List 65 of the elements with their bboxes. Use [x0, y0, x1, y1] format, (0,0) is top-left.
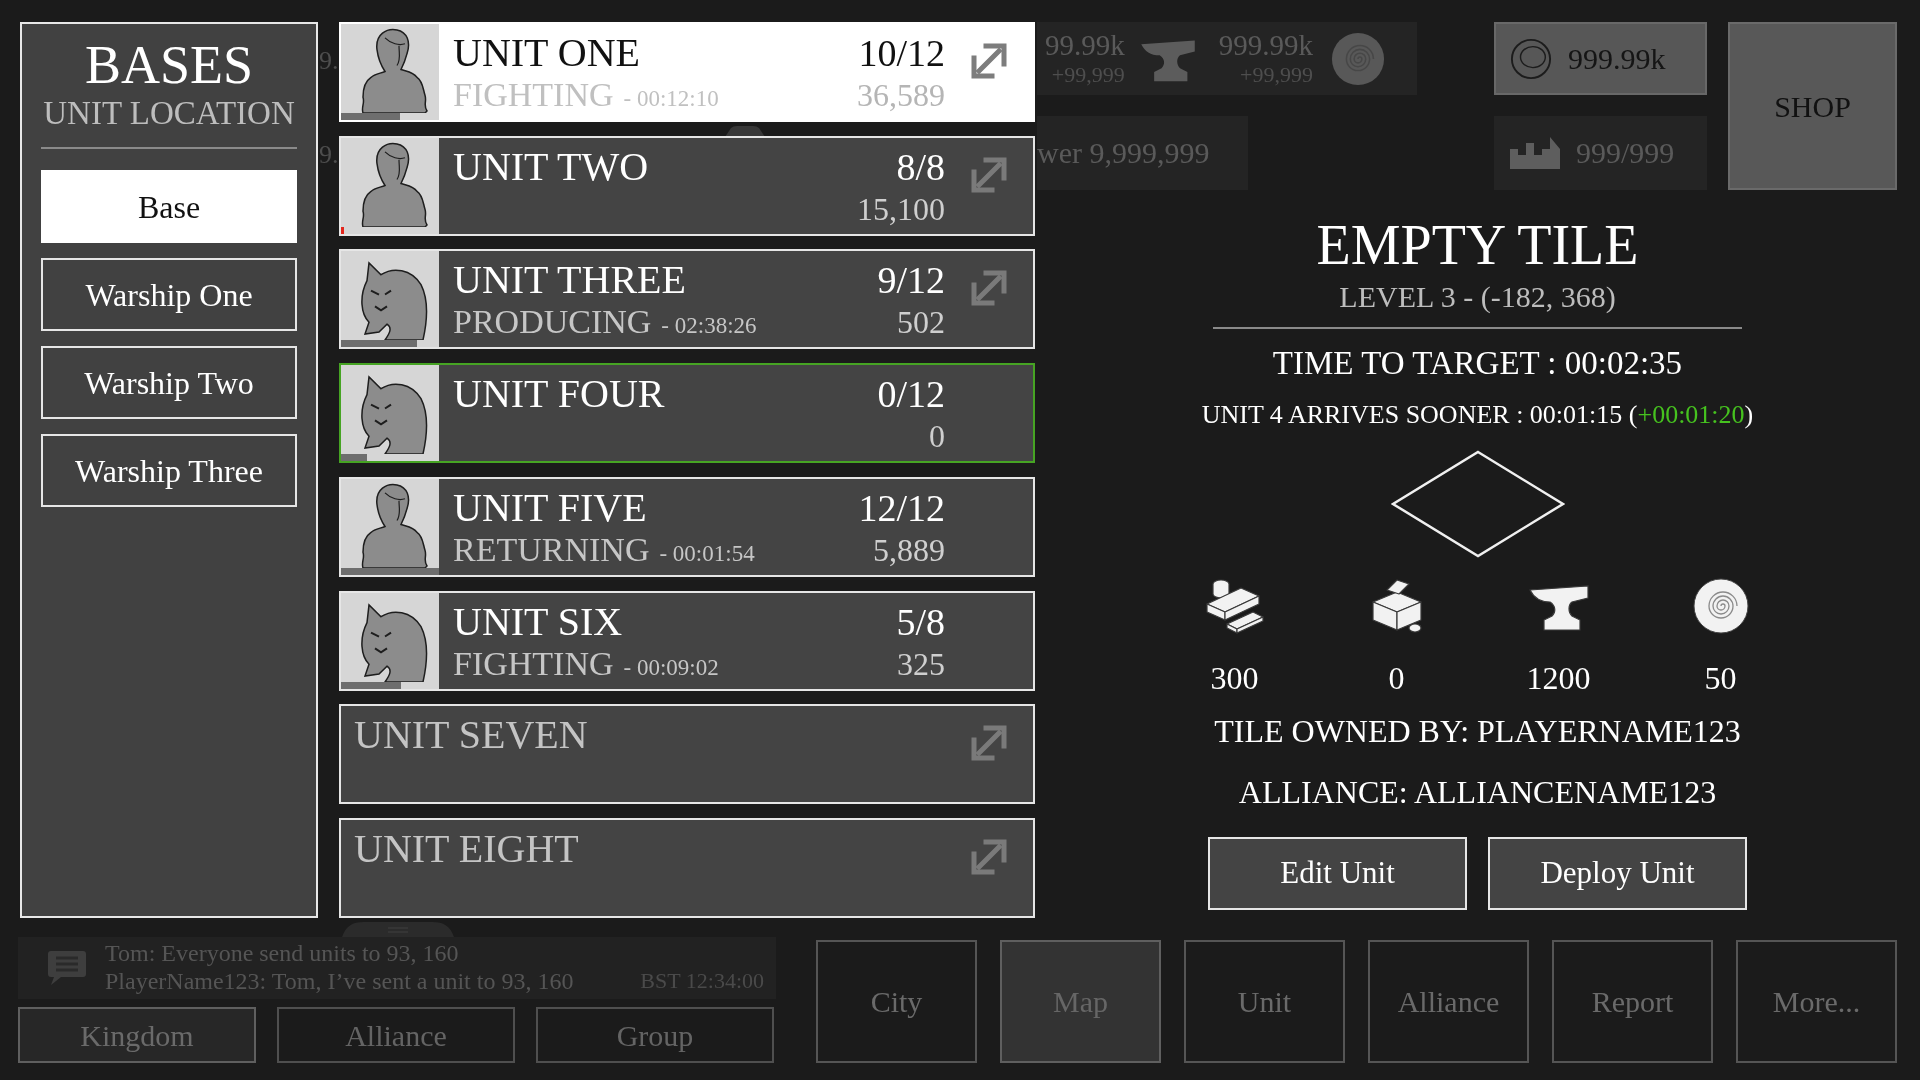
action-button[interactable]: Deploy Unit	[1488, 837, 1747, 910]
unit-power: 15,100	[857, 189, 945, 228]
unit-power: 325	[897, 644, 945, 683]
base-button[interactable]: Warship One	[41, 258, 297, 331]
base-button[interactable]: Warship Two	[41, 346, 297, 419]
tile-level: LEVEL 3 - (-182, 368)	[1339, 282, 1616, 312]
unit-name: UNIT FOUR	[453, 371, 665, 418]
unit-status: FIGHTING	[453, 76, 614, 114]
unit-capacity: 12/12	[858, 485, 945, 531]
resource-value: 1200	[1526, 662, 1591, 694]
unit-capacity: 5/8	[896, 599, 945, 645]
unit-row[interactable]: UNIT EIGHT	[339, 817, 1035, 918]
tab-handle[interactable]	[342, 922, 454, 937]
travel-time: TIME TO TARGET : 00:02:35	[1272, 347, 1683, 380]
panel-title: BASES	[84, 38, 254, 92]
fort-icon	[1508, 135, 1562, 171]
tile-alliance: ALLIANCE: ALLIANCENAME123	[1238, 776, 1717, 808]
unit-row[interactable]: UNIT ONE 10/12 FIGHTING - 00:12:10 36,589	[339, 22, 1035, 122]
panel-subtitle: UNIT LOCATION	[43, 97, 295, 130]
unit-row[interactable]: UNIT FIVE 12/12 RETURNING - 00:01:54 5,889	[339, 476, 1035, 577]
slot-name: UNIT SEVEN	[354, 712, 588, 758]
tile-owner: TILE OWNED BY: PLAYERNAME123	[1214, 715, 1741, 747]
unit-power: 5,889	[873, 530, 945, 569]
slot-name: UNIT EIGHT	[354, 825, 579, 871]
resource-value: 50	[1704, 662, 1737, 694]
unit-name: UNIT SIX	[453, 598, 623, 645]
unit-power: 36,589	[857, 76, 945, 114]
coin-icon	[1510, 37, 1552, 80]
coin-amount: 999.99k	[1568, 43, 1666, 74]
expand-arrows-icon[interactable]	[969, 41, 1009, 81]
unit-status: RETURNING	[453, 530, 650, 569]
status-timer: - 00:12:10	[623, 85, 719, 113]
status-timer: - 02:38:26	[661, 312, 757, 341]
base-button[interactable]: Base	[41, 170, 297, 243]
unit-capacity: 10/12	[858, 31, 945, 76]
unit-name: UNIT FIVE	[453, 484, 647, 531]
resource-value: 300	[1210, 662, 1259, 694]
unit-row[interactable]: UNIT FOUR 0/12 0	[339, 363, 1035, 464]
unit-status: FIGHTING	[453, 644, 614, 683]
status-timer: - 00:01:54	[659, 539, 755, 568]
unit-capacity: 0/12	[877, 372, 945, 418]
planks-icon	[1204, 578, 1265, 634]
unit-row[interactable]: UNIT SEVEN	[339, 704, 1035, 805]
action-button[interactable]: Edit Unit	[1208, 837, 1467, 910]
base-button[interactable]: Warship Three	[41, 434, 297, 507]
unit-capacity: 9/12	[877, 258, 945, 304]
unit-row[interactable]: UNIT SIX 5/8 FIGHTING - 00:09:02 325	[339, 590, 1035, 691]
expand-arrows-icon[interactable]	[969, 268, 1009, 309]
unit-status: PRODUCING	[453, 303, 652, 342]
unit-power: 0	[929, 417, 945, 456]
chat-icon	[47, 950, 87, 986]
unit-name: UNIT TWO	[453, 143, 649, 190]
unit-name: UNIT THREE	[453, 257, 686, 304]
resource-value: 0	[1388, 662, 1405, 694]
tile-title: EMPTY TILE	[1316, 217, 1639, 273]
status-timer: - 00:09:02	[623, 653, 719, 682]
unit-power: 502	[897, 303, 945, 342]
spiral-icon	[1331, 31, 1385, 86]
expand-arrows-icon[interactable]	[969, 723, 1009, 764]
unit-row[interactable]: UNIT THREE 9/12 PRODUCING - 02:38:26 502	[339, 249, 1035, 350]
spiral-icon	[1692, 578, 1749, 634]
unit-capacity: 8/8	[896, 144, 945, 190]
unit-row[interactable]: UNIT TWO 8/8 15,100	[339, 135, 1035, 236]
unit-name: UNIT ONE	[453, 30, 640, 76]
arrival-estimate: UNIT 4 ARRIVES SOONER : 00:01:15 (+00:01:20)	[1201, 402, 1754, 428]
